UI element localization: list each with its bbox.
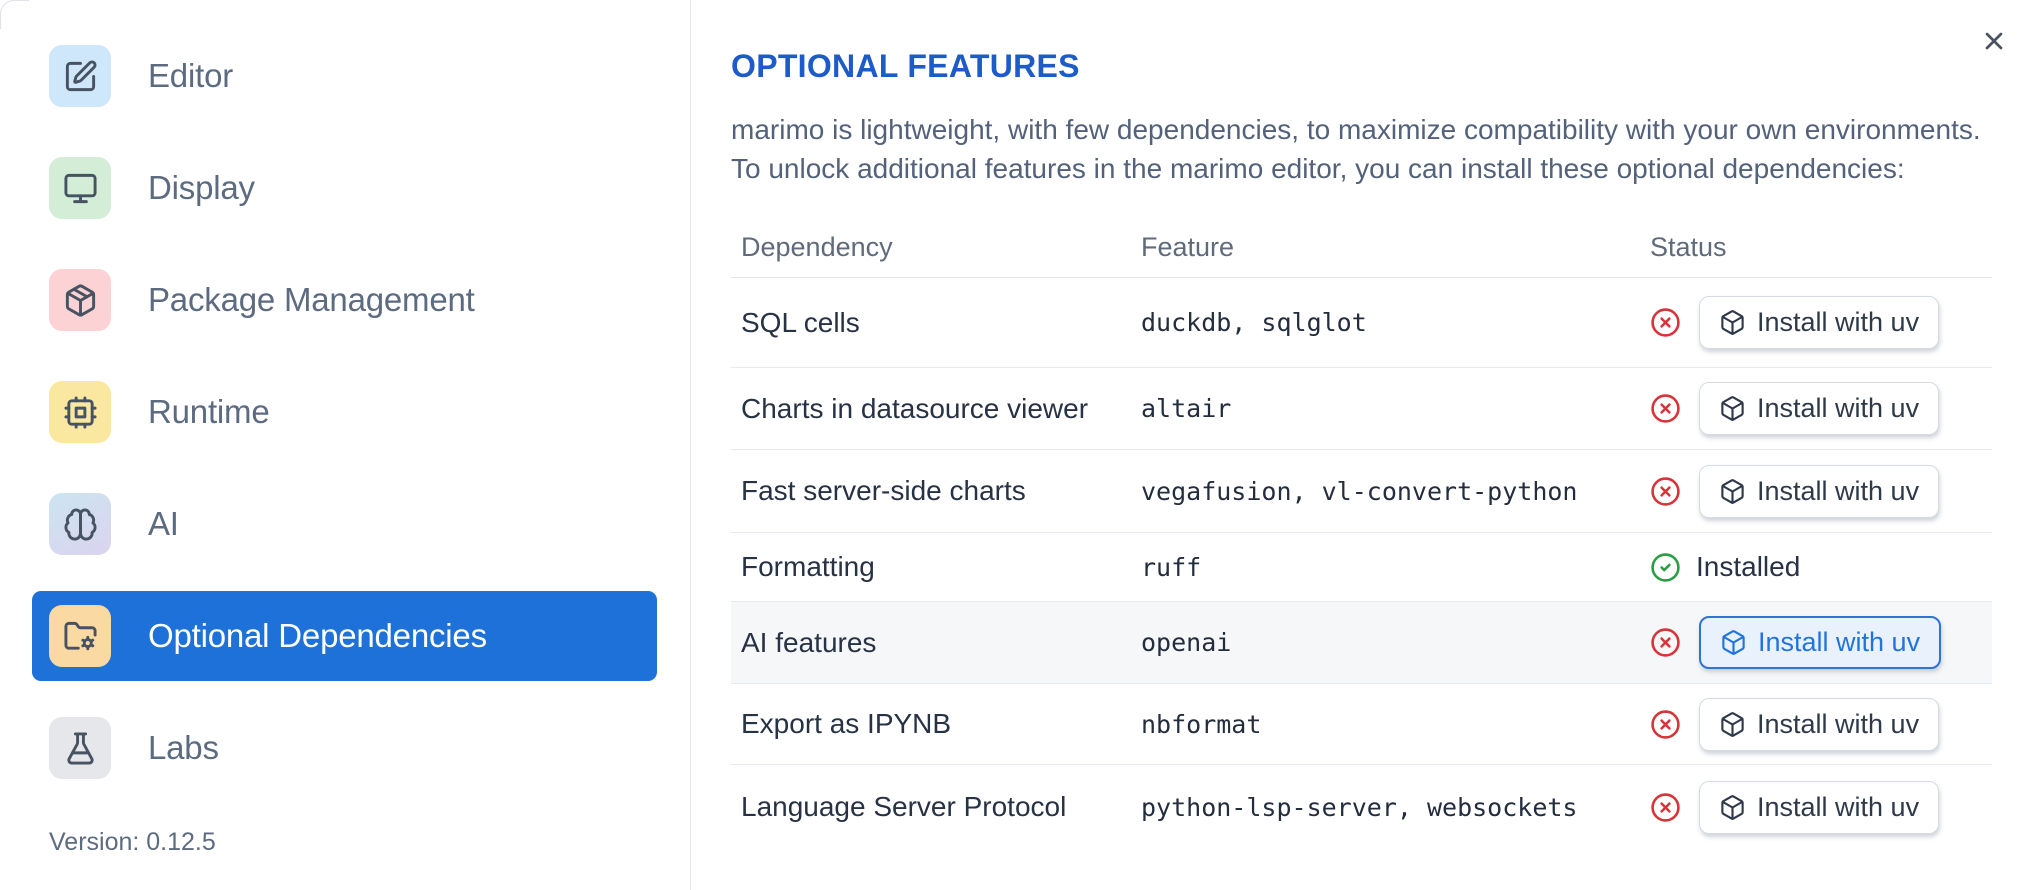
- close-button[interactable]: [1978, 26, 2010, 58]
- feature-cell: nbformat: [1141, 709, 1262, 739]
- status-cell: Installed: [1642, 551, 1992, 583]
- installed-label: Installed: [1696, 551, 1801, 582]
- table-row: Formatting ruff Installed: [731, 533, 1992, 602]
- sidebar-item-label: Runtime: [148, 393, 270, 430]
- dependency-cell: Formatting: [741, 551, 875, 582]
- install-button-label: Install with uv: [1757, 307, 1920, 337]
- dependency-cell: Export as IPYNB: [741, 708, 952, 739]
- folder-cog-icon: [49, 605, 111, 667]
- install-button-label: Install with uv: [1757, 791, 1920, 822]
- sidebar-item-label: Package Management: [148, 281, 475, 318]
- install-with-uv-button[interactable]: Install with uv: [1699, 382, 1940, 435]
- sidebar-nav: Editor Display Package Management Runtim…: [0, 31, 657, 815]
- table-header-row: Dependency Feature Status: [731, 217, 1992, 278]
- feature-cell: openai: [1141, 628, 1232, 657]
- install-button-label: Install with uv: [1757, 393, 1920, 423]
- feature-cell: duckdb, sqlglot: [1141, 308, 1367, 337]
- status-cell: Install with uv: [1642, 382, 1992, 435]
- dependencies-table: Dependency Feature Status SQL cells duck…: [731, 217, 1992, 849]
- close-icon: [1980, 32, 2008, 58]
- sidebar-item-optional-dependencies[interactable]: Optional Dependencies: [32, 591, 657, 681]
- table-row: AI features openai Install with uv: [731, 602, 1992, 684]
- sidebar-item-label: Display: [148, 169, 255, 206]
- dependency-cell: AI features: [741, 626, 877, 658]
- install-with-uv-button[interactable]: Install with uv: [1699, 616, 1942, 669]
- status-cell: Install with uv: [1642, 616, 1992, 669]
- cpu-icon: [49, 381, 111, 443]
- sidebar-item-label: Labs: [148, 729, 219, 766]
- install-with-uv-button[interactable]: Install with uv: [1699, 464, 1940, 518]
- table-row: Charts in datasource viewer altair Insta…: [731, 368, 1992, 450]
- sidebar-item-label: Editor: [148, 57, 234, 94]
- dependency-cell: Charts in datasource viewer: [741, 392, 1089, 424]
- feature-cell: altair: [1141, 394, 1232, 423]
- dependency-cell: Fast server-side charts: [741, 475, 1026, 506]
- table-row: Language Server Protocol python-lsp-serv…: [731, 765, 1992, 849]
- install-button-label: Install with uv: [1758, 627, 1921, 657]
- circle-x-icon: [1650, 307, 1681, 338]
- square-pen-icon: [49, 45, 111, 107]
- box-icon: [1719, 309, 1746, 336]
- status-cell: Install with uv: [1642, 697, 1992, 751]
- sidebar-item-display[interactable]: Display: [32, 143, 657, 233]
- table-row: SQL cells duckdb, sqlglot Install with u…: [731, 278, 1992, 368]
- sidebar-item-package-management[interactable]: Package Management: [32, 255, 657, 345]
- sidebar-item-label: AI: [148, 505, 179, 542]
- install-with-uv-button[interactable]: Install with uv: [1699, 296, 1940, 349]
- dependency-cell: Language Server Protocol: [741, 791, 1067, 822]
- version-label: Version: 0.12.5: [49, 828, 216, 856]
- sidebar-item-label: Optional Dependencies: [148, 617, 487, 654]
- box-icon: [1719, 395, 1746, 422]
- install-with-uv-button[interactable]: Install with uv: [1699, 697, 1940, 751]
- feature-cell: vegafusion, vl-convert-python: [1141, 476, 1578, 506]
- install-with-uv-button[interactable]: Install with uv: [1699, 780, 1940, 834]
- circle-x-icon: [1650, 792, 1681, 823]
- dependency-cell: SQL cells: [741, 306, 860, 338]
- description-line: marimo is lightweight, with few dependen…: [731, 114, 1981, 145]
- circle-x-icon: [1650, 393, 1681, 424]
- status-cell: Install with uv: [1642, 780, 1992, 834]
- optional-features-panel: OPTIONAL FEATURES marimo is lightweight,…: [692, 0, 2042, 890]
- feature-cell: ruff: [1141, 552, 1202, 582]
- status-cell: Install with uv: [1642, 464, 1992, 518]
- circle-check-icon: [1650, 552, 1681, 583]
- column-header-status: Status: [1650, 231, 1727, 262]
- panel-description: marimo is lightweight, with few dependen…: [731, 110, 1981, 188]
- flask-conical-icon: [49, 717, 111, 779]
- table-row: Export as IPYNB nbformat Install with uv: [731, 684, 1992, 765]
- column-header-dependency: Dependency: [741, 231, 893, 262]
- sidebar-item-runtime[interactable]: Runtime: [32, 367, 657, 457]
- circle-x-icon: [1650, 476, 1681, 507]
- monitor-icon: [49, 157, 111, 219]
- sidebar-item-ai[interactable]: AI: [32, 479, 657, 569]
- brain-icon: [49, 493, 111, 555]
- sidebar-item-labs[interactable]: Labs: [32, 703, 657, 793]
- box-icon: [1719, 794, 1746, 821]
- box-icon: [1719, 711, 1746, 738]
- box-icon: [1719, 478, 1746, 505]
- circle-x-icon: [1650, 709, 1681, 740]
- panel-title: OPTIONAL FEATURES: [731, 48, 1080, 84]
- feature-cell: python-lsp-server, websockets: [1141, 792, 1578, 822]
- circle-x-icon: [1650, 627, 1681, 658]
- status-cell: Install with uv: [1642, 296, 1992, 349]
- sidebar-item-editor[interactable]: Editor: [32, 31, 657, 121]
- column-header-feature: Feature: [1141, 231, 1235, 262]
- box-icon: [1720, 629, 1747, 656]
- table-row: Fast server-side charts vegafusion, vl-c…: [731, 450, 1992, 533]
- package-icon: [49, 269, 111, 331]
- sidebar: Editor Display Package Management Runtim…: [0, 0, 691, 890]
- install-button-label: Install with uv: [1757, 475, 1920, 506]
- description-line: To unlock additional features in the mar…: [731, 153, 1905, 184]
- install-button-label: Install with uv: [1757, 708, 1920, 739]
- settings-dialog: Editor Display Package Management Runtim…: [0, 0, 2042, 890]
